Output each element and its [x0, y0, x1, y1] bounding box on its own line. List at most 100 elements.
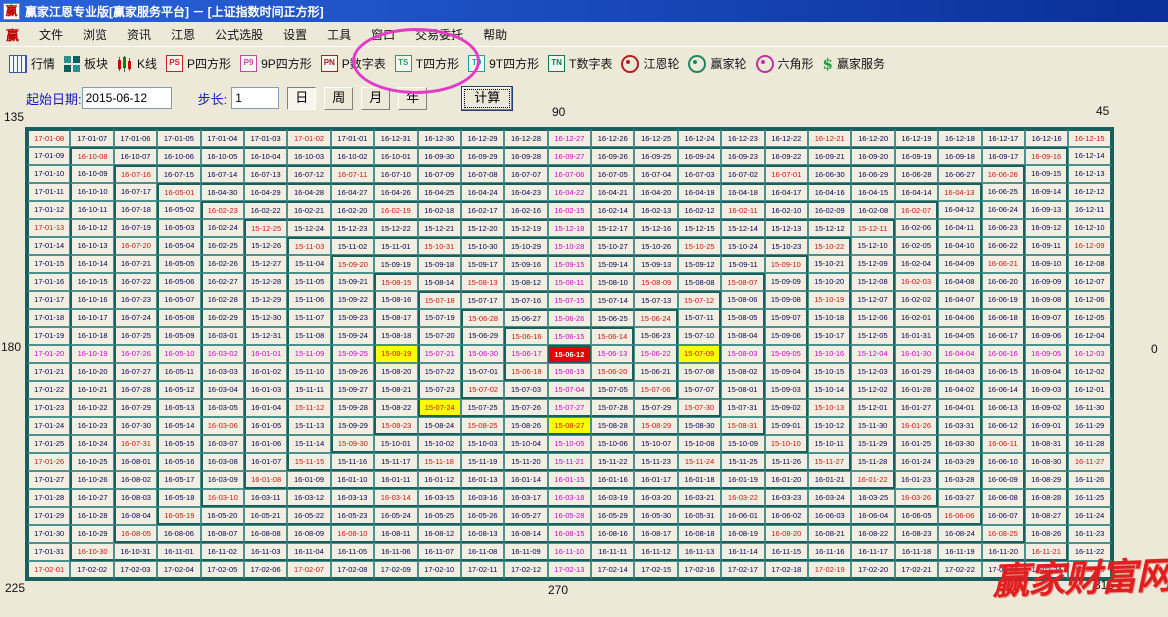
date-cell[interactable]: 16-05-24 [374, 507, 417, 525]
date-cell[interactable]: 16-09-06 [1025, 327, 1068, 345]
date-cell[interactable]: 16-04-06 [938, 309, 981, 327]
date-cell[interactable]: 16-06-30 [808, 165, 851, 183]
date-cell[interactable]: 17-01-09 [27, 147, 70, 165]
date-cell[interactable]: 16-07-13 [244, 165, 287, 183]
date-cell[interactable]: 16-11-27 [1068, 453, 1111, 471]
date-cell[interactable]: 15-10-08 [678, 435, 721, 453]
date-cell[interactable]: 16-04-01 [938, 399, 981, 417]
date-cell[interactable]: 15-06-28 [461, 309, 504, 327]
date-cell[interactable]: 15-10-13 [808, 399, 851, 417]
date-cell[interactable]: 16-10-15 [70, 273, 113, 291]
date-cell[interactable]: 16-07-30 [114, 417, 157, 435]
menu-item-trade-order[interactable]: 交易委托 [405, 25, 473, 45]
date-cell[interactable]: 16-04-16 [808, 183, 851, 201]
date-cell[interactable]: 16-09-26 [591, 147, 634, 165]
date-cell[interactable]: 15-12-07 [851, 291, 894, 309]
date-cell[interactable]: 16-10-27 [70, 489, 113, 507]
date-cell[interactable]: 16-03-09 [201, 471, 244, 489]
date-cell[interactable]: 15-11-08 [287, 327, 330, 345]
date-cell[interactable]: 15-11-02 [331, 237, 374, 255]
date-cell[interactable]: 16-07-01 [765, 165, 808, 183]
date-cell[interactable]: 16-01-08 [244, 471, 287, 489]
date-cell[interactable]: 15-06-30 [461, 345, 504, 363]
date-cell[interactable]: 16-03-25 [851, 489, 894, 507]
date-cell[interactable]: 15-09-16 [504, 255, 547, 273]
date-cell[interactable]: 15-11-03 [287, 237, 330, 255]
date-cell[interactable]: 16-01-28 [895, 381, 938, 399]
date-cell[interactable]: 16-07-07 [504, 165, 547, 183]
date-cell[interactable]: 16-05-26 [461, 507, 504, 525]
date-cell[interactable]: 16-02-07 [895, 201, 938, 219]
date-cell[interactable]: 16-08-16 [591, 525, 634, 543]
date-cell[interactable]: 16-02-23 [201, 201, 244, 219]
date-cell[interactable]: 15-12-08 [851, 273, 894, 291]
date-cell[interactable]: 16-11-09 [504, 543, 547, 561]
date-cell[interactable]: 15-09-04 [765, 363, 808, 381]
date-cell[interactable]: 16-06-18 [982, 309, 1025, 327]
date-cell[interactable]: 15-10-18 [808, 309, 851, 327]
date-cell[interactable]: 16-05-11 [157, 363, 200, 381]
date-cell[interactable]: 16-08-19 [721, 525, 764, 543]
date-cell[interactable]: 16-12-14 [1068, 147, 1111, 165]
date-cell[interactable]: 15-10-19 [808, 291, 851, 309]
date-cell[interactable]: 15-08-26 [504, 417, 547, 435]
date-cell[interactable]: 15-12-17 [591, 219, 634, 237]
date-cell[interactable]: 16-06-28 [895, 165, 938, 183]
date-cell[interactable]: 16-03-24 [808, 489, 851, 507]
date-cell[interactable]: 16-11-04 [287, 543, 330, 561]
date-cell[interactable]: 16-06-05 [895, 507, 938, 525]
date-cell[interactable]: 15-12-31 [244, 327, 287, 345]
date-cell[interactable]: 16-11-24 [1068, 507, 1111, 525]
date-cell[interactable]: 16-11-07 [418, 543, 461, 561]
date-cell[interactable]: 15-07-25 [461, 399, 504, 417]
date-cell[interactable]: 15-08-24 [418, 417, 461, 435]
date-cell[interactable]: 17-02-06 [244, 561, 287, 579]
date-cell[interactable]: 16-05-27 [504, 507, 547, 525]
date-cell[interactable]: 15-09-15 [548, 255, 591, 273]
date-cell[interactable]: 16-02-13 [634, 201, 677, 219]
date-cell[interactable]: 15-11-16 [331, 453, 374, 471]
date-cell[interactable]: 16-12-08 [1068, 255, 1111, 273]
date-cell[interactable]: 15-10-07 [634, 435, 677, 453]
date-cell[interactable]: 16-04-17 [765, 183, 808, 201]
date-cell[interactable]: 16-06-27 [938, 165, 981, 183]
date-cell[interactable]: 16-06-20 [982, 273, 1025, 291]
date-cell[interactable]: 15-09-20 [331, 255, 374, 273]
date-cell[interactable]: 15-12-30 [244, 309, 287, 327]
date-cell[interactable]: 16-10-02 [331, 147, 374, 165]
date-cell[interactable]: 16-07-20 [114, 237, 157, 255]
date-cell[interactable]: 15-08-25 [461, 417, 504, 435]
date-cell[interactable]: 15-10-21 [808, 255, 851, 273]
date-cell[interactable]: 15-12-27 [244, 255, 287, 273]
date-cell[interactable]: 16-02-06 [895, 219, 938, 237]
date-cell[interactable]: 15-12-10 [851, 237, 894, 255]
date-cell[interactable]: 16-01-21 [808, 471, 851, 489]
date-cell[interactable]: 16-07-25 [114, 327, 157, 345]
date-cell[interactable]: 17-01-22 [27, 381, 70, 399]
date-cell[interactable]: 16-01-15 [548, 471, 591, 489]
date-cell[interactable]: 15-08-06 [721, 291, 764, 309]
date-cell[interactable]: 15-06-17 [504, 345, 547, 363]
date-cell[interactable]: 16-08-24 [938, 525, 981, 543]
date-cell[interactable]: 15-08-07 [721, 273, 764, 291]
date-cell[interactable]: 16-07-29 [114, 399, 157, 417]
date-cell[interactable]: 16-07-09 [418, 165, 461, 183]
date-cell[interactable]: 16-11-21 [1025, 543, 1068, 561]
date-cell[interactable]: 17-01-10 [27, 165, 70, 183]
date-cell[interactable]: 15-07-10 [678, 327, 721, 345]
date-cell[interactable]: 17-02-22 [938, 561, 981, 579]
date-cell[interactable]: 16-09-10 [1025, 255, 1068, 273]
date-cell[interactable]: 16-01-30 [895, 345, 938, 363]
date-cell[interactable]: 15-12-09 [851, 255, 894, 273]
date-cell[interactable]: 16-08-25 [982, 525, 1025, 543]
menu-item-window[interactable]: 窗口 [361, 25, 405, 45]
date-cell[interactable]: 15-12-13 [765, 219, 808, 237]
date-cell[interactable]: 17-01-30 [27, 525, 70, 543]
date-cell[interactable]: 16-07-14 [201, 165, 244, 183]
date-cell[interactable]: 16-08-05 [114, 525, 157, 543]
date-cell[interactable]: 16-12-10 [1068, 219, 1111, 237]
date-cell[interactable]: 15-08-22 [374, 399, 417, 417]
date-cell[interactable]: 15-06-29 [461, 327, 504, 345]
date-cell[interactable]: 16-03-15 [418, 489, 461, 507]
period-button-周[interactable]: 周 [324, 87, 353, 110]
